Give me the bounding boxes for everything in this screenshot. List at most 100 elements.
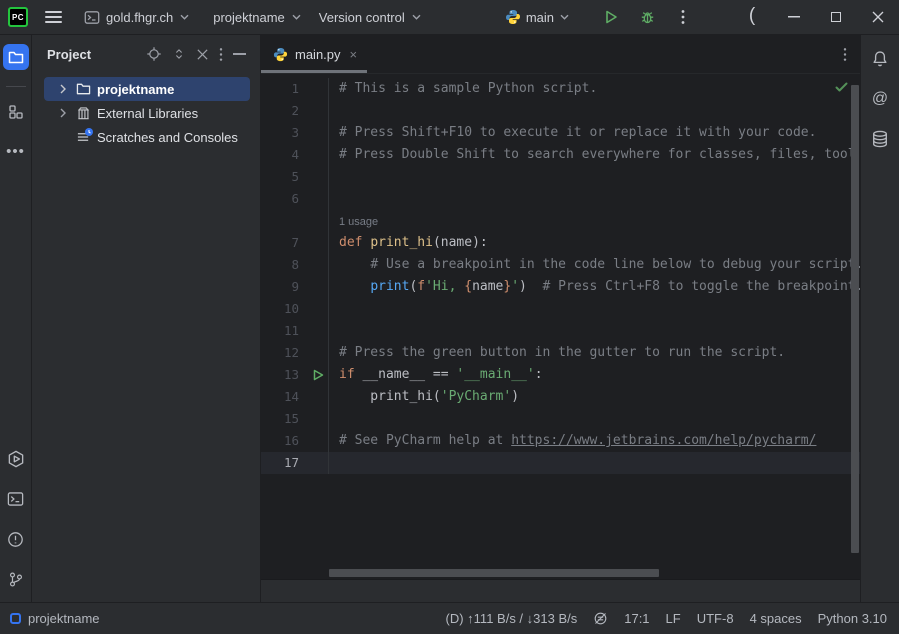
line-number: 2 <box>261 100 308 122</box>
project-status-icon <box>10 613 21 624</box>
tree-item-external-libraries[interactable]: External Libraries <box>32 101 260 125</box>
main-menu-icon[interactable] <box>45 11 62 23</box>
line-number: 10 <box>261 298 308 320</box>
crescent-icon[interactable]: ( <box>731 0 773 35</box>
gutter: 11 <box>261 320 329 342</box>
code-line[interactable]: 14 print_hi('PyCharm') <box>261 386 860 408</box>
code-line[interactable]: 17 <box>261 452 860 474</box>
code-line[interactable]: 1# This is a sample Python script. <box>261 78 860 100</box>
structure-tool-window-button[interactable] <box>3 99 29 125</box>
tab-close-icon[interactable]: × <box>350 47 358 62</box>
run-tool-window-button[interactable] <box>3 446 29 472</box>
encoding-widget[interactable]: UTF-8 <box>697 611 734 626</box>
panel-options-kebab-icon[interactable] <box>219 47 223 62</box>
code-text: # This is a sample Python script. <box>329 78 597 100</box>
code-line[interactable]: 16# See PyCharm help at https://www.jetb… <box>261 430 860 452</box>
code-link[interactable]: https://www.jetbrains.com/help/pycharm/ <box>511 433 816 448</box>
terminal-tool-window-button[interactable] <box>3 486 29 512</box>
code-text: print(f'Hi, {name}') # Press Ctrl+F8 to … <box>329 276 860 298</box>
tree-item-scratches[interactable]: Scratches and Consoles <box>32 125 260 149</box>
run-line-gutter-icon[interactable] <box>308 369 328 381</box>
gutter: 9 <box>261 276 329 298</box>
code-editor[interactable]: 1# This is a sample Python script.23# Pr… <box>261 74 860 579</box>
git-tool-window-button[interactable] <box>3 566 29 592</box>
libraries-icon <box>75 106 92 121</box>
code-text: print_hi('PyCharm') <box>329 386 519 408</box>
ai-assistant-icon[interactable]: @ <box>867 86 893 112</box>
tab-main-py[interactable]: main.py × <box>261 35 367 73</box>
interpreter-widget[interactable]: Python 3.10 <box>818 611 887 626</box>
gutter: 5 <box>261 166 329 188</box>
editor-options-kebab-icon[interactable] <box>843 47 847 62</box>
vertical-scrollbar-thumb[interactable] <box>851 85 859 553</box>
tree-item-label: External Libraries <box>97 106 198 121</box>
gutter: 12 <box>261 342 329 364</box>
more-tool-windows-button[interactable]: ••• <box>3 139 29 165</box>
more-actions-kebab-icon[interactable] <box>669 4 697 30</box>
run-button[interactable] <box>597 4 625 30</box>
code-line[interactable]: 6 <box>261 188 860 210</box>
maximize-button[interactable] <box>815 0 857 35</box>
code-line[interactable]: 4# Press Double Shift to search everywhe… <box>261 144 860 166</box>
gutter: 16 <box>261 430 329 452</box>
debug-button[interactable] <box>633 4 661 30</box>
project-selector[interactable]: projektname <box>207 6 307 29</box>
code-line[interactable]: 5 <box>261 166 860 188</box>
database-icon[interactable] <box>867 126 893 152</box>
line-number: 16 <box>261 430 308 452</box>
line-number: 14 <box>261 386 308 408</box>
status-project-name: projektname <box>28 611 100 626</box>
code-line[interactable]: 12 # Press the green button in the gutter… <box>261 342 860 364</box>
code-line[interactable]: 3# Press Shift+F10 to execute it or repl… <box>261 122 860 144</box>
inlay-hint-row[interactable]: 1 usage <box>261 210 860 232</box>
code-line[interactable]: 11 <box>261 320 860 342</box>
tree-item-projektname[interactable]: projektname <box>44 77 250 101</box>
code-line[interactable]: 9 print(f'Hi, {name}') # Press Ctrl+F8 t… <box>261 276 860 298</box>
run-configuration-selector[interactable]: main <box>499 5 575 29</box>
vcs-widget[interactable]: Version control <box>313 6 427 29</box>
indent-widget[interactable]: 4 spaces <box>750 611 802 626</box>
code-line[interactable]: 15 <box>261 408 860 430</box>
host-selector[interactable]: gold.fhgr.ch <box>78 6 195 29</box>
project-panel: Project <box>32 35 261 602</box>
inspections-ok-icon[interactable] <box>835 82 848 93</box>
close-button[interactable] <box>857 0 899 35</box>
code-line[interactable]: 10 <box>261 298 860 320</box>
line-separator-widget[interactable]: LF <box>666 611 681 626</box>
line-number: 12 <box>261 342 308 364</box>
code-text <box>329 408 339 430</box>
select-opened-file-icon[interactable] <box>146 46 162 62</box>
editor-bottom-strip <box>261 579 860 602</box>
chevron-right-icon[interactable] <box>56 84 70 94</box>
editor-area: main.py × 1# This is a sample Python scr… <box>261 35 860 602</box>
chevron-down-icon <box>560 14 569 20</box>
code-line[interactable]: 13if __name__ == '__main__': <box>261 364 860 386</box>
code-text <box>329 320 339 342</box>
chevron-down-icon <box>292 14 301 20</box>
line-number: 8 <box>261 254 308 276</box>
expand-all-icon[interactable] <box>172 46 186 62</box>
problems-tool-window-button[interactable] <box>3 526 29 552</box>
minimize-button[interactable] <box>773 0 815 35</box>
caret-position-widget[interactable]: 17:1 <box>624 611 649 626</box>
network-speed-widget[interactable]: (D) ↑111 B/s / ↓313 B/s <box>446 611 578 626</box>
horizontal-scrollbar-thumb[interactable] <box>329 569 659 577</box>
chevron-right-icon[interactable] <box>56 108 70 118</box>
line-number: 3 <box>261 122 308 144</box>
right-tool-stripe: @ <box>860 35 899 602</box>
line-number: 5 <box>261 166 308 188</box>
notifications-bell-icon[interactable] <box>867 46 893 72</box>
gutter: 15 <box>261 408 329 430</box>
code-text: # Press the green button in the gutter t… <box>329 342 785 364</box>
gutter: 7 <box>261 232 329 254</box>
code-line[interactable]: 7def print_hi(name): <box>261 232 860 254</box>
python-file-icon <box>273 47 288 62</box>
project-tool-window-button[interactable] <box>3 44 29 70</box>
hide-panel-icon[interactable] <box>233 53 246 56</box>
project-panel-header: Project <box>32 35 260 73</box>
code-line[interactable]: 2 <box>261 100 860 122</box>
gutter: 8 <box>261 254 329 276</box>
inspections-eye-slash-icon[interactable] <box>593 611 608 626</box>
collapse-all-icon[interactable] <box>196 48 209 61</box>
code-line[interactable]: 8 # Use a breakpoint in the code line be… <box>261 254 860 276</box>
